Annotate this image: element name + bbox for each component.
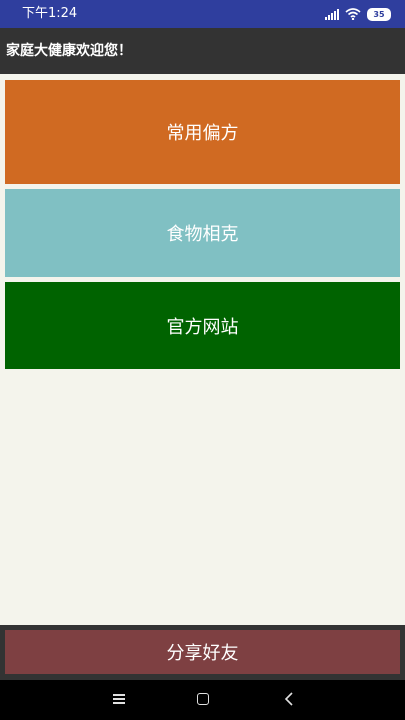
app-title: 家庭大健康欢迎您！: [6, 43, 132, 59]
official-website-button[interactable]: 官方网站: [5, 282, 400, 369]
status-bar: 下午1:24 35: [0, 0, 405, 28]
battery-icon: 35: [367, 7, 391, 21]
system-nav-bar: [0, 680, 405, 720]
app-screen: 下午1:24 35 家庭大健康欢迎您！ 常用偏方 食物相克 官方网站 分享好友: [0, 0, 405, 720]
official-website-label: 官方网站: [166, 316, 239, 338]
folk-remedies-label: 常用偏方: [166, 123, 239, 144]
home-icon[interactable]: [197, 693, 209, 705]
food-incompatibility-button[interactable]: 食物相克: [5, 189, 400, 277]
menu-icon[interactable]: [113, 694, 125, 704]
status-time: 下午1:24: [22, 6, 78, 21]
wifi-icon: [345, 8, 361, 20]
share-friends-label: 分享好友: [166, 643, 239, 664]
folk-remedies-button[interactable]: 常用偏方: [5, 80, 400, 184]
battery-level: 35: [373, 9, 385, 19]
status-icons: 35: [325, 6, 391, 22]
share-friends-button[interactable]: 分享好友: [5, 630, 400, 674]
back-icon[interactable]: [284, 692, 294, 706]
signal-bars-icon: [325, 8, 339, 20]
food-incompatibility-label: 食物相克: [166, 224, 239, 245]
action-bar: 家庭大健康欢迎您！: [0, 28, 405, 74]
